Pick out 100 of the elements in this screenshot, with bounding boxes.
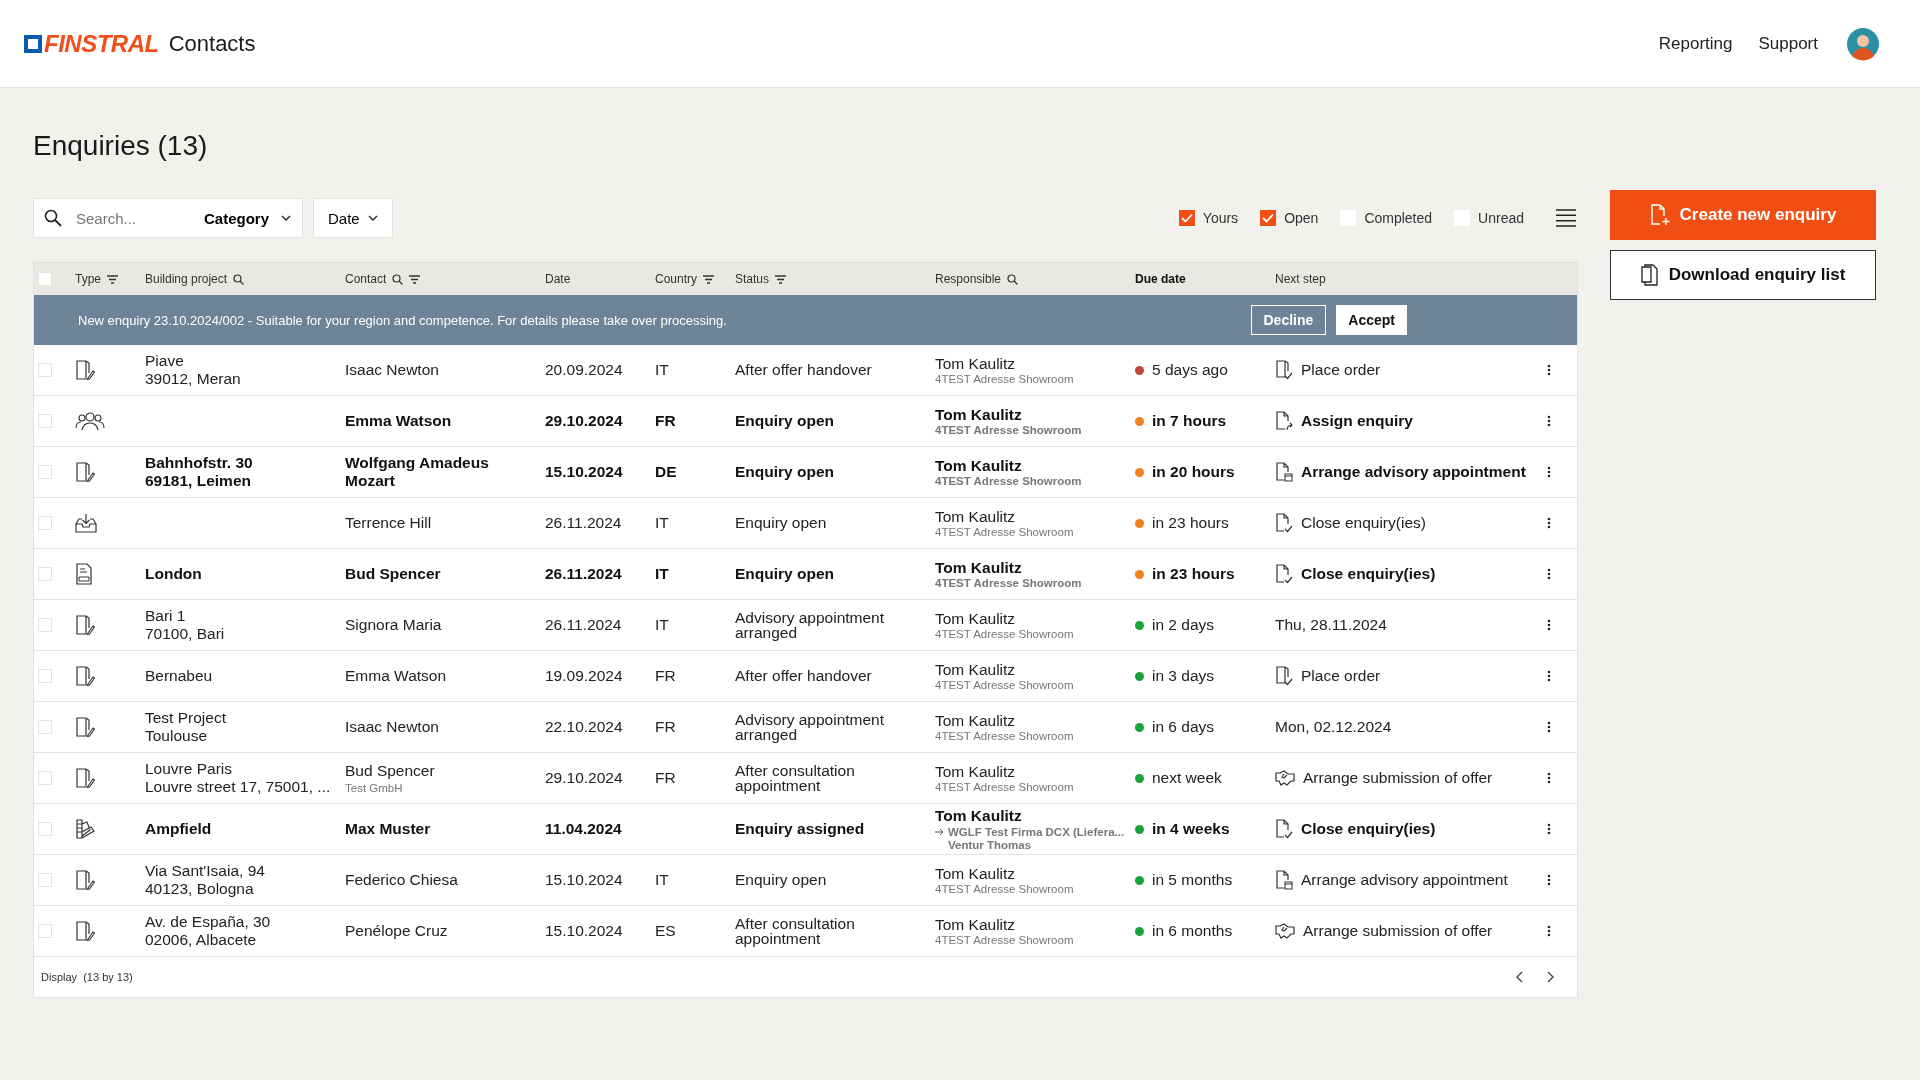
building-project-line: Av. de España, 30 [145,913,271,931]
row-checkbox[interactable] [38,414,52,428]
door-pen-icon [75,716,95,738]
more-options-icon[interactable] [1547,823,1551,835]
door-check-icon [1275,666,1293,686]
menu-icon[interactable] [1556,209,1576,227]
more-options-icon[interactable] [1547,772,1551,784]
document-check-icon [1275,513,1293,533]
select-all-checkbox[interactable] [38,272,52,286]
country-code: FR [655,769,676,787]
category-dropdown[interactable]: Category [198,208,298,228]
date-dropdown[interactable]: Date [313,198,393,238]
more-options-icon[interactable] [1547,619,1551,631]
more-options-icon[interactable] [1547,364,1551,376]
row-checkbox[interactable] [38,771,52,785]
country-code: IT [655,871,669,889]
responsible-location: 4TEST Adresse Showroom [935,934,1074,947]
next-step: Arrange advisory appointment [1301,871,1508,889]
enquiry-date: 26.11.2024 [545,565,622,583]
column-header[interactable]: Responsible [935,272,1002,286]
contact-name: Isaac Newton [345,718,439,736]
nav-link[interactable]: Reporting [1658,33,1733,54]
due-date: in 23 hours [1152,514,1229,532]
download-list-button[interactable]: Download enquiry list [1610,250,1876,300]
responsible-location: 4TEST Adresse Showroom [935,373,1074,386]
enquiry-date: 15.10.2024 [545,871,623,889]
more-options-icon[interactable] [1547,925,1551,937]
filter-icon[interactable] [775,274,787,284]
row-checkbox[interactable] [38,822,52,836]
row-checkbox[interactable] [38,618,52,632]
more-options-icon[interactable] [1547,721,1551,733]
due-date: in 3 days [1152,667,1215,685]
document-calendar-icon [1275,462,1293,482]
column-header[interactable]: Next step [1275,272,1326,286]
more-options-icon[interactable] [1547,415,1551,427]
checkbox[interactable] [1178,210,1195,226]
column-header[interactable]: Contact [345,272,387,286]
more-options-icon[interactable] [1547,670,1551,682]
contact-name: Bud Spencer [345,762,435,780]
filter-icon[interactable] [107,274,118,284]
responsible-name: Tom Kaulitz [935,507,1016,526]
responsible-location: 4TEST Adresse Showroom [935,883,1074,896]
column-header[interactable]: Due date [1135,272,1186,286]
status-text: Advisory appointment arranged [735,711,886,743]
enquiry-date: 11.04.2024 [545,820,622,838]
country-code: IT [655,565,669,583]
more-options-icon[interactable] [1547,568,1551,580]
nav-link[interactable]: Support [1758,33,1818,54]
search-icon[interactable] [1007,273,1019,285]
next-page-icon[interactable] [1547,971,1555,983]
next-step: Close enquiry(ies) [1301,514,1426,532]
column-header[interactable]: Date [545,272,571,286]
search-icon[interactable] [233,273,245,285]
row-checkbox[interactable] [38,720,52,734]
status-text: Enquiry open [735,464,835,480]
responsible-location: WGLF Test Firma DCX (Liefera... [948,825,1125,838]
column-header[interactable]: Type [75,272,101,286]
avatar-icon[interactable] [1846,26,1880,61]
more-options-icon[interactable] [1547,517,1551,529]
filter-label: Completed [1364,210,1433,226]
responsible-location: 4TEST Adresse Showroom [935,526,1074,539]
door-pen-icon [75,614,95,636]
country-code: IT [655,616,669,634]
filter-icon[interactable] [703,274,715,284]
more-options-icon[interactable] [1547,466,1551,478]
document-arrow-icon [1275,411,1293,431]
accept-button[interactable]: Accept [1336,305,1407,335]
contact-name: Emma Watson [345,667,447,685]
previous-page-icon[interactable] [1515,971,1523,983]
building-project-line: Bari 1 [145,607,186,625]
row-checkbox[interactable] [38,873,52,887]
document-calendar-icon [1275,870,1293,890]
decline-button[interactable]: Decline [1250,305,1327,335]
responsible-location: 4TEST Adresse Showroom [935,424,1082,437]
next-step: Thu, 28.11.2024 [1275,616,1387,634]
column-header[interactable]: Building project [145,272,228,286]
search-field[interactable]: Search... Category [33,198,303,238]
enquiry-date: 19.09.2024 [545,667,623,685]
responsible-location: 4TEST Adresse Showroom [935,577,1082,590]
documents-icon [1640,264,1659,286]
search-icon[interactable] [392,273,404,285]
more-options-icon[interactable] [1547,874,1551,886]
status-text: Enquiry open [735,872,827,888]
column-header[interactable]: Country [655,272,698,286]
country-code: DE [655,463,677,481]
row-checkbox[interactable] [38,924,52,938]
contact-company: Test GmbH [345,781,403,794]
country-code: FR [655,412,676,430]
column-header[interactable]: Status [735,272,770,286]
row-checkbox[interactable] [38,669,52,683]
status-text: After consultation appointment [735,915,856,947]
row-checkbox[interactable] [38,465,52,479]
chevron-down-icon [367,215,378,221]
filter-icon[interactable] [409,274,421,284]
create-enquiry-button[interactable]: Create new enquiry [1610,190,1876,240]
checkbox[interactable] [1260,210,1277,226]
row-checkbox[interactable] [38,363,52,377]
next-step: Place order [1301,361,1381,379]
row-checkbox[interactable] [38,567,52,581]
row-checkbox[interactable] [38,516,52,530]
